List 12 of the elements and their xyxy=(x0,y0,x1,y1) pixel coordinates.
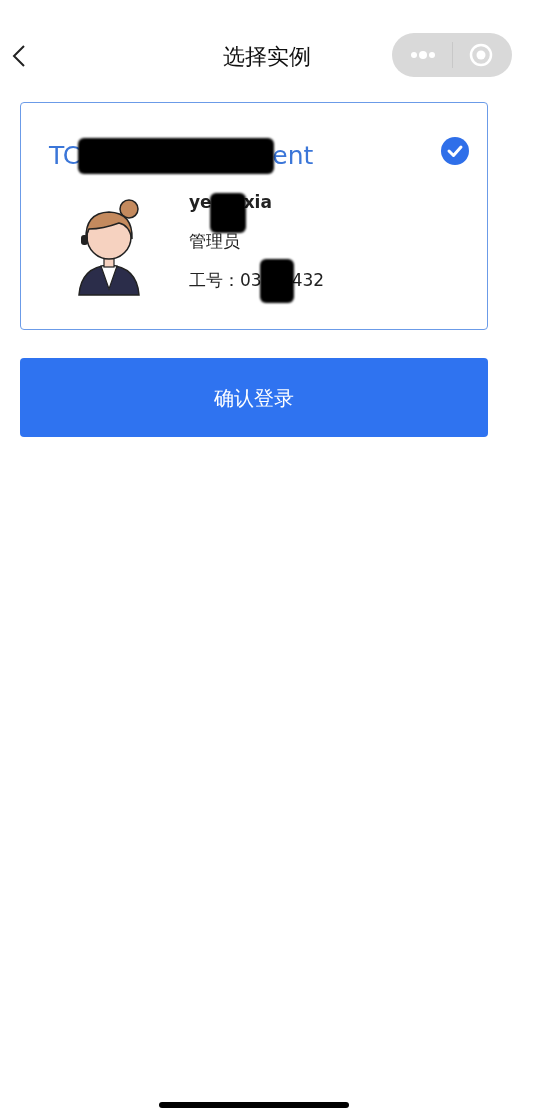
text-fragment: 03 xyxy=(240,269,262,293)
capsule-menu[interactable] xyxy=(392,33,512,77)
check-icon[interactable] xyxy=(441,137,469,165)
back-icon[interactable] xyxy=(12,44,26,68)
close-icon[interactable] xyxy=(469,43,493,67)
redaction-mark xyxy=(209,193,246,233)
redaction-mark xyxy=(259,259,294,303)
page-title: 选择实例 xyxy=(223,43,311,71)
employee-id-label: 工号： xyxy=(189,269,240,293)
more-icon[interactable] xyxy=(410,51,436,59)
confirm-login-button[interactable]: 确认登录 xyxy=(20,358,488,437)
role-label: 管理员 xyxy=(189,230,241,253)
